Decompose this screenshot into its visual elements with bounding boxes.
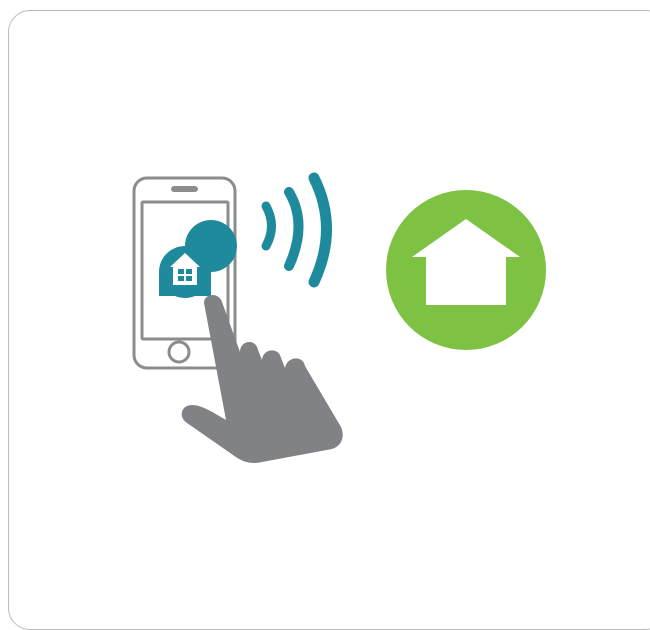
illustration: [132, 172, 546, 464]
wireless-signal-icon: [261, 172, 332, 288]
home-icon: [386, 190, 546, 350]
